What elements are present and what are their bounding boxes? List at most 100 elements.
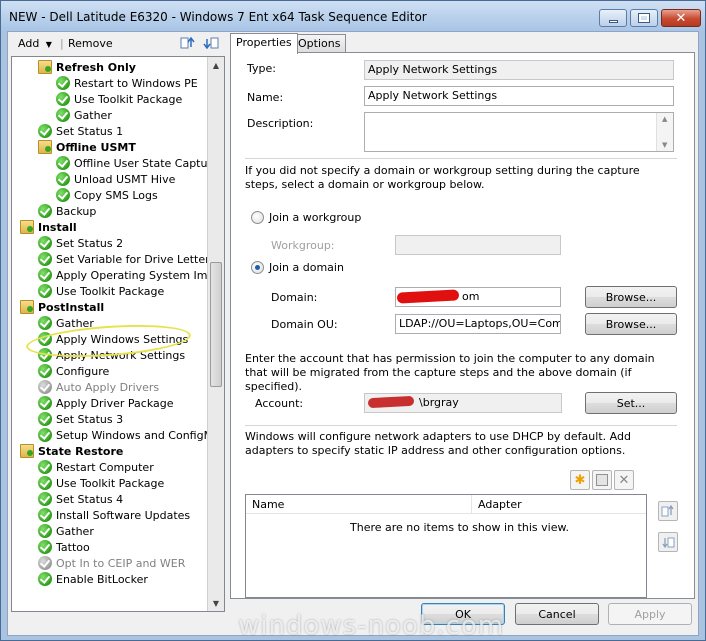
check-icon (56, 188, 70, 202)
join-domain-radio[interactable]: Join a domain (251, 261, 344, 274)
check-icon (38, 252, 52, 266)
scroll-up-icon[interactable]: ▲ (208, 57, 224, 73)
check-icon (38, 428, 52, 442)
close-button[interactable]: ✕ (661, 9, 701, 27)
tree-step[interactable]: Offline User State Capture (56, 155, 219, 171)
tree-step[interactable]: Set Status 1 (38, 123, 123, 139)
window-title: NEW - Dell Latitude E6320 - Windows 7 En… (9, 10, 427, 24)
tree-step-disabled[interactable]: Opt In to CEIP and WER (38, 555, 185, 571)
scroll-down-icon[interactable]: ▼ (662, 141, 667, 149)
tree-step[interactable]: Apply Windows Settings (38, 331, 188, 347)
add-menu-button[interactable]: Add ▼ (18, 37, 52, 50)
tree-step[interactable]: Set Status 2 (38, 235, 123, 251)
minimize-button[interactable] (599, 9, 627, 27)
tree-step[interactable]: Use Toolkit Package (56, 91, 182, 107)
cancel-button[interactable]: Cancel (515, 603, 599, 625)
scrollbar-thumb[interactable] (210, 262, 222, 387)
description-scrollbar[interactable]: ▲ ▼ (656, 113, 673, 151)
move-adapter-down-button[interactable] (658, 532, 678, 552)
tree-group[interactable]: Install (20, 219, 77, 235)
tree-step-disabled[interactable]: Auto Apply Drivers (38, 379, 159, 395)
tree-item-label: Offline USMT (56, 140, 136, 154)
tree-step[interactable]: Backup (38, 203, 96, 219)
move-down-icon[interactable] (203, 35, 219, 54)
tree-item-label: Unload USMT Hive (74, 172, 176, 186)
tree-scrollbar[interactable]: ▲ ▼ (207, 57, 224, 611)
left-toolbar: Add ▼ | Remove (10, 34, 226, 56)
tree-step[interactable]: Copy SMS Logs (56, 187, 158, 203)
radio-icon (251, 211, 264, 224)
remove-button[interactable]: Remove (68, 37, 113, 50)
tree-item-label: Gather (74, 108, 112, 122)
check-icon (38, 556, 52, 570)
capture-note: If you did not specify a domain or workg… (245, 164, 640, 191)
tab-options[interactable]: Options (292, 34, 347, 53)
title-bar[interactable]: NEW - Dell Latitude E6320 - Windows 7 En… (1, 1, 705, 31)
account-note: Enter the account that has permission to… (245, 352, 655, 393)
tree-item-label: Restart Computer (56, 460, 154, 474)
check-icon (38, 284, 52, 298)
tree-group[interactable]: State Restore (20, 443, 123, 459)
tree-item-label: Apply Network Settings (56, 348, 186, 362)
check-icon (38, 572, 52, 586)
tree-step[interactable]: Apply Driver Package (38, 395, 174, 411)
tree-step[interactable]: Set Status 3 (38, 411, 123, 427)
tree-step[interactable]: Tattoo (38, 539, 90, 555)
tree-step[interactable]: Set Status 4 (38, 491, 123, 507)
workgroup-field[interactable] (395, 235, 561, 255)
tree-step[interactable]: Set Variable for Drive Letter (38, 251, 210, 267)
check-icon (56, 76, 70, 90)
join-workgroup-radio[interactable]: Join a workgroup (251, 211, 361, 224)
tree-step[interactable]: Configure (38, 363, 109, 379)
check-icon (38, 396, 52, 410)
tree-step[interactable]: Use Toolkit Package (38, 475, 164, 491)
task-sequence-tree[interactable]: Refresh Only Restart to Windows PE Use T… (11, 56, 225, 612)
set-account-button[interactable]: Set... (585, 392, 677, 414)
description-field[interactable]: ▲ ▼ (364, 112, 674, 152)
check-icon (38, 332, 52, 346)
move-up-icon[interactable] (180, 35, 196, 54)
check-icon (38, 380, 52, 394)
check-icon (38, 268, 52, 282)
tree-step[interactable]: Restart Computer (38, 459, 154, 475)
tree-step[interactable]: Unload USMT Hive (56, 171, 175, 187)
tree-item-label: Gather (56, 524, 94, 538)
tree-step[interactable]: Setup Windows and ConfigMgr (38, 427, 224, 443)
scroll-up-icon[interactable]: ▲ (662, 115, 667, 123)
edit-adapter-button[interactable] (592, 470, 612, 490)
check-icon (38, 348, 52, 362)
tree-group[interactable]: Offline USMT (38, 139, 136, 155)
tree-item-label: Offline User State Capture (74, 156, 219, 170)
maximize-button[interactable] (630, 9, 658, 27)
tree-step[interactable]: Enable BitLocker (38, 571, 148, 587)
tab-properties[interactable]: Properties (230, 33, 298, 54)
adapters-list-header: Name Adapter (246, 495, 646, 514)
apply-button[interactable]: Apply (608, 603, 692, 625)
domain-browse-button[interactable]: Browse... (585, 286, 677, 308)
tree-step[interactable]: Gather (56, 107, 112, 123)
tree-group[interactable]: Refresh Only (38, 59, 136, 75)
tree-step[interactable]: Gather (38, 523, 94, 539)
tree-step[interactable]: Restart to Windows PE (56, 75, 198, 91)
tree-step-selected[interactable]: Apply Network Settings (38, 347, 185, 363)
tree-group[interactable]: PostInstall (20, 299, 104, 315)
tree-item-label: State Restore (38, 444, 124, 458)
tree-item-label: Set Status 3 (56, 412, 124, 426)
column-header-name[interactable]: Name (246, 495, 472, 514)
domain-ou-browse-button[interactable]: Browse... (585, 313, 677, 335)
tree-step[interactable]: Use Toolkit Package (38, 283, 164, 299)
tree-step[interactable]: Gather (38, 315, 94, 331)
name-field[interactable]: Apply Network Settings (364, 86, 674, 106)
add-adapter-button[interactable]: ✱ (570, 470, 590, 490)
delete-adapter-button[interactable]: ✕ (614, 470, 634, 490)
column-header-adapter[interactable]: Adapter (472, 495, 646, 514)
join-domain-label: Join a domain (269, 261, 344, 274)
domain-ou-field[interactable]: LDAP://OU=Laptops,OU=Comput (395, 314, 561, 334)
move-adapter-up-button[interactable] (658, 501, 678, 521)
type-field: Apply Network Settings (364, 60, 674, 80)
scroll-down-icon[interactable]: ▼ (208, 595, 224, 611)
tree-step[interactable]: Install Software Updates (38, 507, 190, 523)
adapters-list[interactable]: Name Adapter There are no items to show … (245, 494, 647, 598)
check-icon (38, 540, 52, 554)
tree-step[interactable]: Apply Operating System Image (38, 267, 224, 283)
